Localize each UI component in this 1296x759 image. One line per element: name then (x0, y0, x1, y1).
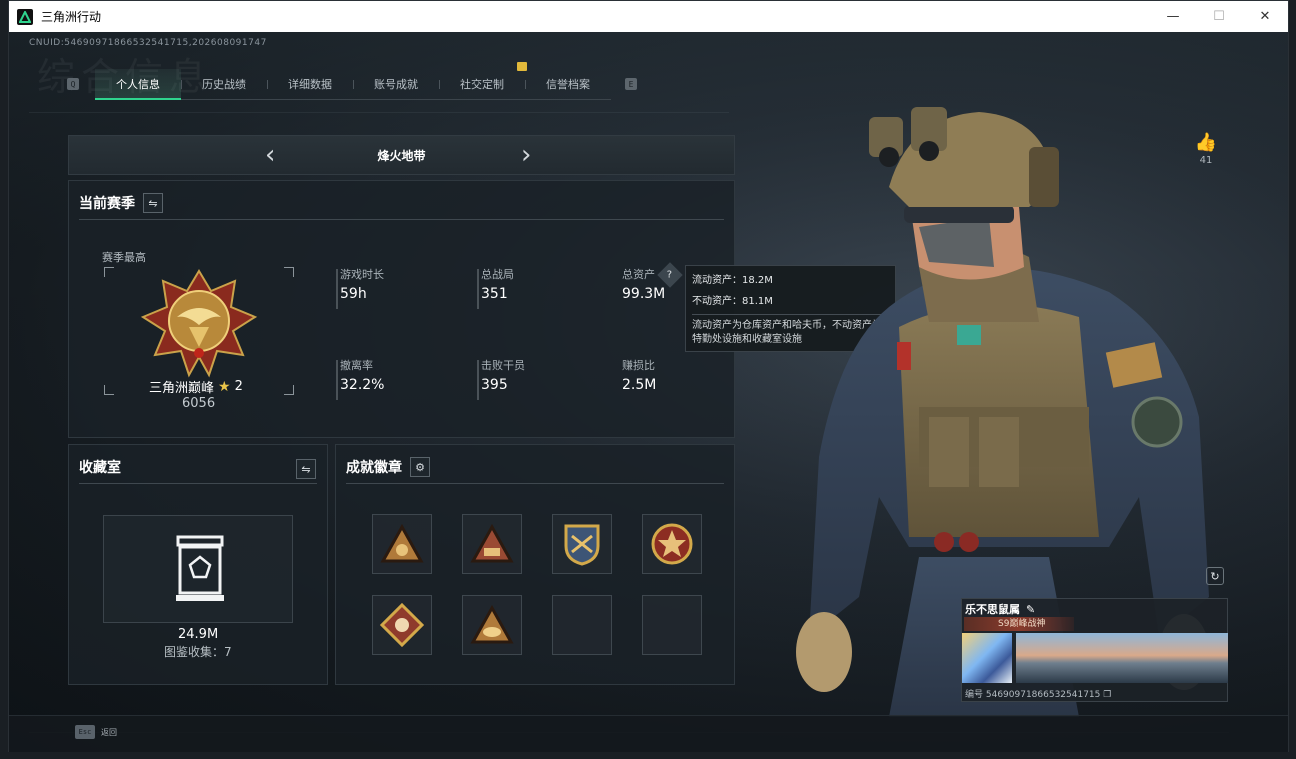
stat-label: 击败干员 (481, 359, 525, 372)
stat-total-matches: 总战局 351 (477, 268, 587, 309)
edit-icon[interactable]: ✎ (1026, 603, 1035, 616)
rank-emblem-icon (140, 269, 258, 378)
stat-label: 总资产 (622, 268, 655, 281)
avatar (962, 633, 1012, 683)
diamond-badge-icon (380, 603, 424, 647)
stat-profit-ratio: 赚损比 2.5M (620, 359, 730, 400)
rank-stars: 2 (234, 379, 243, 394)
window-title: 三角洲行动 (41, 10, 102, 24)
mode-selector: ‹ 烽火地带 › (68, 135, 735, 175)
profile-banner (1016, 633, 1228, 683)
divider (79, 483, 317, 484)
badge-slot[interactable] (552, 514, 612, 574)
app-logo-icon (17, 8, 33, 25)
swap-icon[interactable]: ⇋ (296, 459, 316, 479)
star-icon: ★ (218, 378, 231, 395)
like-button[interactable]: 👍 41 (1194, 132, 1218, 166)
rank-name-text: 三角洲巅峰 (149, 381, 215, 396)
season-best-label: 赛季最高 (102, 251, 146, 264)
shield-badge-icon (564, 524, 600, 566)
collection-value: 24.9M (178, 627, 219, 642)
player-card[interactable]: 乐不思鼠属 ✎ S9巅峰战神 编号 5469097186653254171​5 … (961, 598, 1228, 702)
stat-play-time: 游戏时长 59h (336, 268, 446, 309)
notification-badge (517, 62, 527, 71)
triangle-badge-icon (470, 524, 514, 563)
stat-kills: 击败干员 395 (477, 359, 587, 400)
gear-icon[interactable]: ⚙ (410, 457, 430, 477)
tab-social-custom[interactable]: 社交定制 (439, 69, 525, 99)
decor-line (29, 112, 729, 113)
esc-key: Esc (75, 725, 95, 739)
rank-score: 6056 (182, 396, 216, 411)
season-panel: 当前赛季 ⇋ 赛季最高 三角洲巅峰 ★ 2 6056 游戏时长 59h 总战局 … (68, 180, 735, 438)
tab-list: 个人信息 历史战绩 详细数据 账号成就 社交定制 信誉档案 (95, 68, 611, 100)
tab-detailed-data[interactable]: 详细数据 (267, 69, 353, 99)
stat-value: 2.5M (622, 377, 657, 393)
player-uid: 编号 5469097186653254171​5 ❐ (965, 687, 1111, 700)
stat-label: 总战局 (481, 268, 514, 281)
collection-title: 收藏室 (79, 460, 121, 476)
stat-label: 游戏时长 (340, 268, 384, 281)
tab-achievements[interactable]: 账号成就 (353, 69, 439, 99)
tab-personal-info[interactable]: 个人信息 (95, 68, 181, 100)
next-tab-key[interactable]: E (625, 78, 637, 90)
tab-bar: Q 个人信息 历史战绩 详细数据 账号成就 社交定制 信誉档案 E (67, 68, 637, 100)
thumbs-up-icon: 👍 (1194, 132, 1218, 153)
cnuid-text: CNUID:5469097186653254171​5,2026080917​4… (29, 38, 267, 48)
close-button[interactable]: ✕ (1242, 1, 1288, 32)
season-title: 当前赛季 (79, 196, 135, 212)
badge-slot[interactable] (462, 514, 522, 574)
back-button[interactable]: Esc 返回 (75, 725, 117, 739)
tab-match-history[interactable]: 历史战绩 (181, 69, 267, 99)
rotate-icon[interactable]: ↻ (1206, 567, 1224, 585)
title-bar: 三角洲行动 — ☐ ✕ (9, 1, 1288, 32)
divider (79, 219, 724, 220)
prev-mode-button[interactable]: ‹ (265, 142, 275, 168)
stat-value: 395 (481, 377, 508, 393)
game-viewport: 综合信息 CNUID:5469097186653254171​5,2026080… (9, 32, 1288, 752)
stat-label: 撤离率 (340, 359, 373, 372)
badges-panel: 成就徽章 ⚙ (335, 444, 735, 685)
copy-icon[interactable]: ❐ (1103, 690, 1111, 700)
badge-slot[interactable] (642, 514, 702, 574)
badge-slot[interactable] (462, 595, 522, 655)
stat-extraction-rate: 撤离率 32.2% (336, 359, 446, 400)
minimize-button[interactable]: — (1150, 1, 1196, 32)
maximize-button[interactable]: ☐ (1196, 1, 1242, 32)
collection-panel[interactable]: 收藏室 ⇋ 24.9M 图鉴收集：7 (68, 444, 328, 685)
stat-value: 32.2% (340, 377, 385, 393)
round-badge-icon (651, 523, 693, 565)
stat-label: 赚损比 (622, 359, 655, 372)
rank-name: 三角洲巅峰 ★ 2 (149, 377, 243, 397)
swap-icon[interactable]: ⇋ (143, 193, 163, 213)
divider (346, 483, 724, 484)
badges-title: 成就徽章 (346, 460, 402, 476)
prev-tab-key[interactable]: Q (67, 78, 79, 90)
stat-value: 351 (481, 286, 508, 302)
uid-text: 编号 5469097186653254171​5 (965, 690, 1101, 700)
triangle-badge-icon (380, 524, 424, 563)
badge-slot[interactable] (372, 595, 432, 655)
like-count: 41 (1199, 155, 1213, 166)
game-window: 三角洲行动 — ☐ ✕ 综合信息 CNUID:54690971866532541… (8, 0, 1289, 752)
triangle-badge-icon (470, 605, 514, 644)
badge-slot-empty[interactable] (642, 595, 702, 655)
back-label: 返回 (101, 727, 117, 737)
next-mode-button[interactable]: › (521, 142, 531, 168)
tab-reputation[interactable]: 信誉档案 (525, 69, 611, 99)
nickname-text: 乐不思鼠属 (965, 603, 1020, 616)
collection-count: 图鉴收集：7 (164, 645, 232, 659)
badge-slot-empty[interactable] (552, 595, 612, 655)
mode-name: 烽火地带 (377, 148, 426, 163)
badge-slot[interactable] (372, 514, 432, 574)
stat-value: 99.3M (622, 286, 666, 302)
player-title-badge: S9巅峰战神 (964, 617, 1074, 631)
player-nickname: 乐不思鼠属 ✎ (965, 601, 1035, 617)
stat-value: 59h (340, 286, 367, 302)
display-case-icon (176, 535, 224, 601)
footer-bar: Esc 返回 (9, 715, 1288, 752)
